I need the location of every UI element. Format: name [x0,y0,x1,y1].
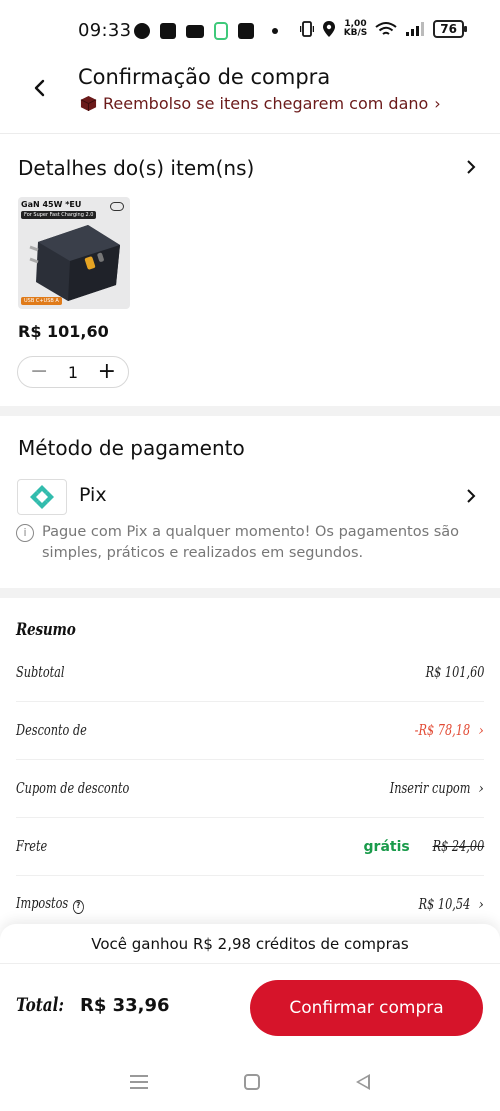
vibrate-icon [299,21,314,37]
refund-policy-link[interactable]: Reembolso se itens chegarem com dano › [80,94,441,113]
app-icon [214,22,228,40]
notification-icons [134,22,278,40]
pix-icon [238,23,254,39]
confirm-purchase-button[interactable]: Confirmar compra [250,980,483,1036]
summary-row-shipping: Frete grátis R$ 24,00 [16,818,484,876]
wifi-icon [375,22,397,35]
section-divider [0,406,500,416]
summary-row-discount[interactable]: Desconto de -R$ 78,18 › [16,702,484,760]
system-nav-bar [0,1060,500,1104]
item-details-title: Detalhes do(s) item(ns) [18,156,255,180]
taxes-value: R$ 10,54 [418,897,471,913]
chat-icon [134,23,150,39]
payment-method-section: Método de pagamento Pix i Pague com Pix … [0,416,500,588]
order-total: Total: R$ 33,96 [16,994,170,1016]
status-time: 09:33 [78,20,132,41]
location-icon [322,21,335,37]
refund-text: Reembolso se itens chegarem com dano [103,94,429,113]
total-label: Total: [16,994,64,1016]
summary-title: Resumo [16,620,76,640]
home-icon[interactable] [244,1074,260,1090]
item-details-section: Detalhes do(s) item(ns) GaN 45W *EU For … [0,134,500,406]
item-price: R$ 101,60 [18,322,109,341]
eu-plug-icon [110,202,124,211]
system-icons: 1,00 KB/S 76 [299,20,467,38]
discount-value: -R$ 78,18 [414,722,471,739]
page-title: Confirmação de compra [78,65,331,89]
shipping-free-badge: grátis [363,838,410,855]
credit-banner: Você ganhou R$ 2,98 créditos de compras [0,924,500,964]
discount-label: Desconto de [16,722,87,739]
summary-row-coupon[interactable]: Cupom de desconto Inserir cupom › [16,760,484,818]
quantity-value: 1 [67,362,79,382]
product-label-main: GaN 45W *EU [21,200,82,209]
total-value: R$ 33,96 [79,994,170,1016]
shipping-original-price: R$ 24,00 [432,838,484,855]
product-label-ports: USB C+USB A [21,297,62,305]
product-label-sub: For Super Fast Charging 2.0 [21,211,97,219]
subtotal-value: R$ 101,60 [425,664,484,681]
decrease-quantity-button[interactable]: − [30,361,48,383]
chevron-right-icon[interactable] [466,489,476,503]
section-divider [0,588,500,598]
network-speed: 1,00 KB/S [344,20,368,38]
payment-method-name[interactable]: Pix [79,484,107,506]
speed-unit: KB/S [343,28,368,38]
product-image[interactable]: GaN 45W *EU For Super Fast Charging 2.0 … [18,197,130,309]
page-header: Confirmação de compra Reembolso se itens… [0,60,500,134]
signal-icon [406,22,425,36]
help-icon[interactable]: ? [72,900,84,914]
quantity-stepper: − 1 + [17,356,129,388]
package-icon [80,95,97,112]
battery-icon: 76 [433,20,467,38]
info-icon: i [16,524,34,542]
pix-info-text: Pague com Pix a qualquer momento! Os pag… [42,524,460,561]
dot-icon [272,28,278,34]
payment-method-title: Método de pagamento [18,436,245,460]
pix-info-note: i Pague com Pix a qualquer momento! Os p… [16,522,466,564]
chevron-right-icon: › [478,780,484,797]
pix-logo [17,479,67,515]
status-bar: 09:33 1,00 KB/S 76 [0,0,500,60]
shipping-label: Frete [16,838,48,855]
chevron-right-icon: › [434,94,441,113]
taxes-label: Impostos? [16,896,84,914]
chevron-right-icon[interactable] [466,160,476,174]
chevron-right-icon: › [478,722,484,739]
taxes-label-text: Impostos [16,896,69,912]
chevron-right-icon: › [478,897,484,913]
order-summary-section: Resumo Subtotal R$ 101,60 Desconto de -R… [0,598,500,928]
recent-apps-icon[interactable] [130,1075,148,1089]
back-arrow-icon[interactable] [28,76,52,100]
back-triangle-icon[interactable] [356,1074,370,1090]
youtube-icon [186,24,204,38]
increase-quantity-button[interactable]: + [98,361,116,383]
pix-icon [30,485,54,509]
shopping-bag-icon [160,23,176,39]
summary-row-subtotal: Subtotal R$ 101,60 [16,644,484,702]
subtotal-label: Subtotal [16,664,65,681]
insert-coupon-link[interactable]: Inserir cupom [390,781,471,797]
coupon-label: Cupom de desconto [16,780,130,797]
